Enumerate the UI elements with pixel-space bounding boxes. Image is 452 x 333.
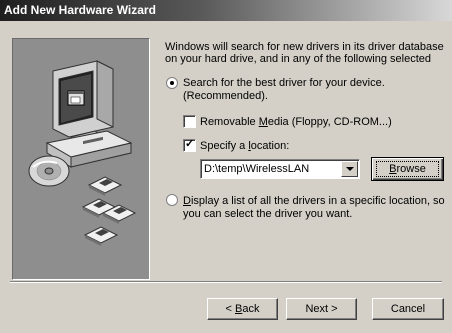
location-dropdown-button[interactable] xyxy=(341,161,358,177)
radio-button-icon xyxy=(170,81,174,85)
back-button[interactable]: < Back xyxy=(207,298,278,320)
display-driver-list-radio[interactable] xyxy=(166,194,178,206)
removable-media-label-pre: Removable xyxy=(200,116,259,128)
display-driver-list-label-rest: isplay a list of all the drivers in a sp… xyxy=(190,195,445,207)
removable-media-checkbox[interactable] xyxy=(183,115,196,128)
display-driver-list-label[interactable]: Display a list of all the drivers in a s… xyxy=(183,195,445,208)
removable-media-mnemonic: M xyxy=(258,116,268,128)
next-button[interactable]: Next > xyxy=(286,298,357,320)
specify-location-label[interactable]: Specify a location: xyxy=(200,140,289,153)
button-separator xyxy=(10,281,442,283)
display-driver-list-label-2: you can select the driver you want. xyxy=(183,208,353,220)
location-combo-value[interactable]: D:\temp\WirelessLAN xyxy=(204,163,309,175)
specify-location-checkbox[interactable]: ✓ xyxy=(183,138,196,152)
back-button-label-post: ack xyxy=(242,303,260,315)
cancel-button[interactable]: Cancel xyxy=(372,298,444,320)
cd-icon xyxy=(28,155,70,187)
title-bar[interactable]: Add New Hardware Wizard xyxy=(0,0,452,21)
specify-location-label-post: ocation: xyxy=(250,140,290,152)
search-best-driver-label[interactable]: Search for the best driver for your devi… xyxy=(183,77,385,90)
display-driver-list-mnemonic: D xyxy=(183,195,191,207)
floppy-disk-icon xyxy=(87,176,123,196)
search-best-driver-radio[interactable] xyxy=(166,77,178,89)
dropdown-arrow-icon xyxy=(346,167,354,171)
intro-text-line-2: on your hard drive, and in any of the fo… xyxy=(165,53,431,65)
removable-media-label-post: edia (Floppy, CD-ROM...) xyxy=(267,116,392,128)
search-best-driver-label-2: (Recommended). xyxy=(183,90,268,102)
back-button-label-pre: < xyxy=(225,303,235,315)
specify-location-label-pre: Specify a xyxy=(200,140,249,152)
window-title: Add New Hardware Wizard xyxy=(4,3,156,17)
location-combo-box[interactable]: D:\temp\WirelessLAN xyxy=(200,159,360,179)
wizard-illustration xyxy=(12,38,150,280)
focus-rectangle xyxy=(376,161,439,177)
removable-media-label[interactable]: Removable Media (Floppy, CD-ROM...) xyxy=(200,116,392,129)
check-mark-icon: ✓ xyxy=(185,138,195,150)
add-new-hardware-wizard-dialog: Add New Hardware Wizard Windows will sea… xyxy=(0,0,452,333)
browse-button[interactable]: Browse xyxy=(371,157,444,181)
computer-icon xyxy=(45,60,133,168)
floppy-disk-icon xyxy=(83,226,119,246)
